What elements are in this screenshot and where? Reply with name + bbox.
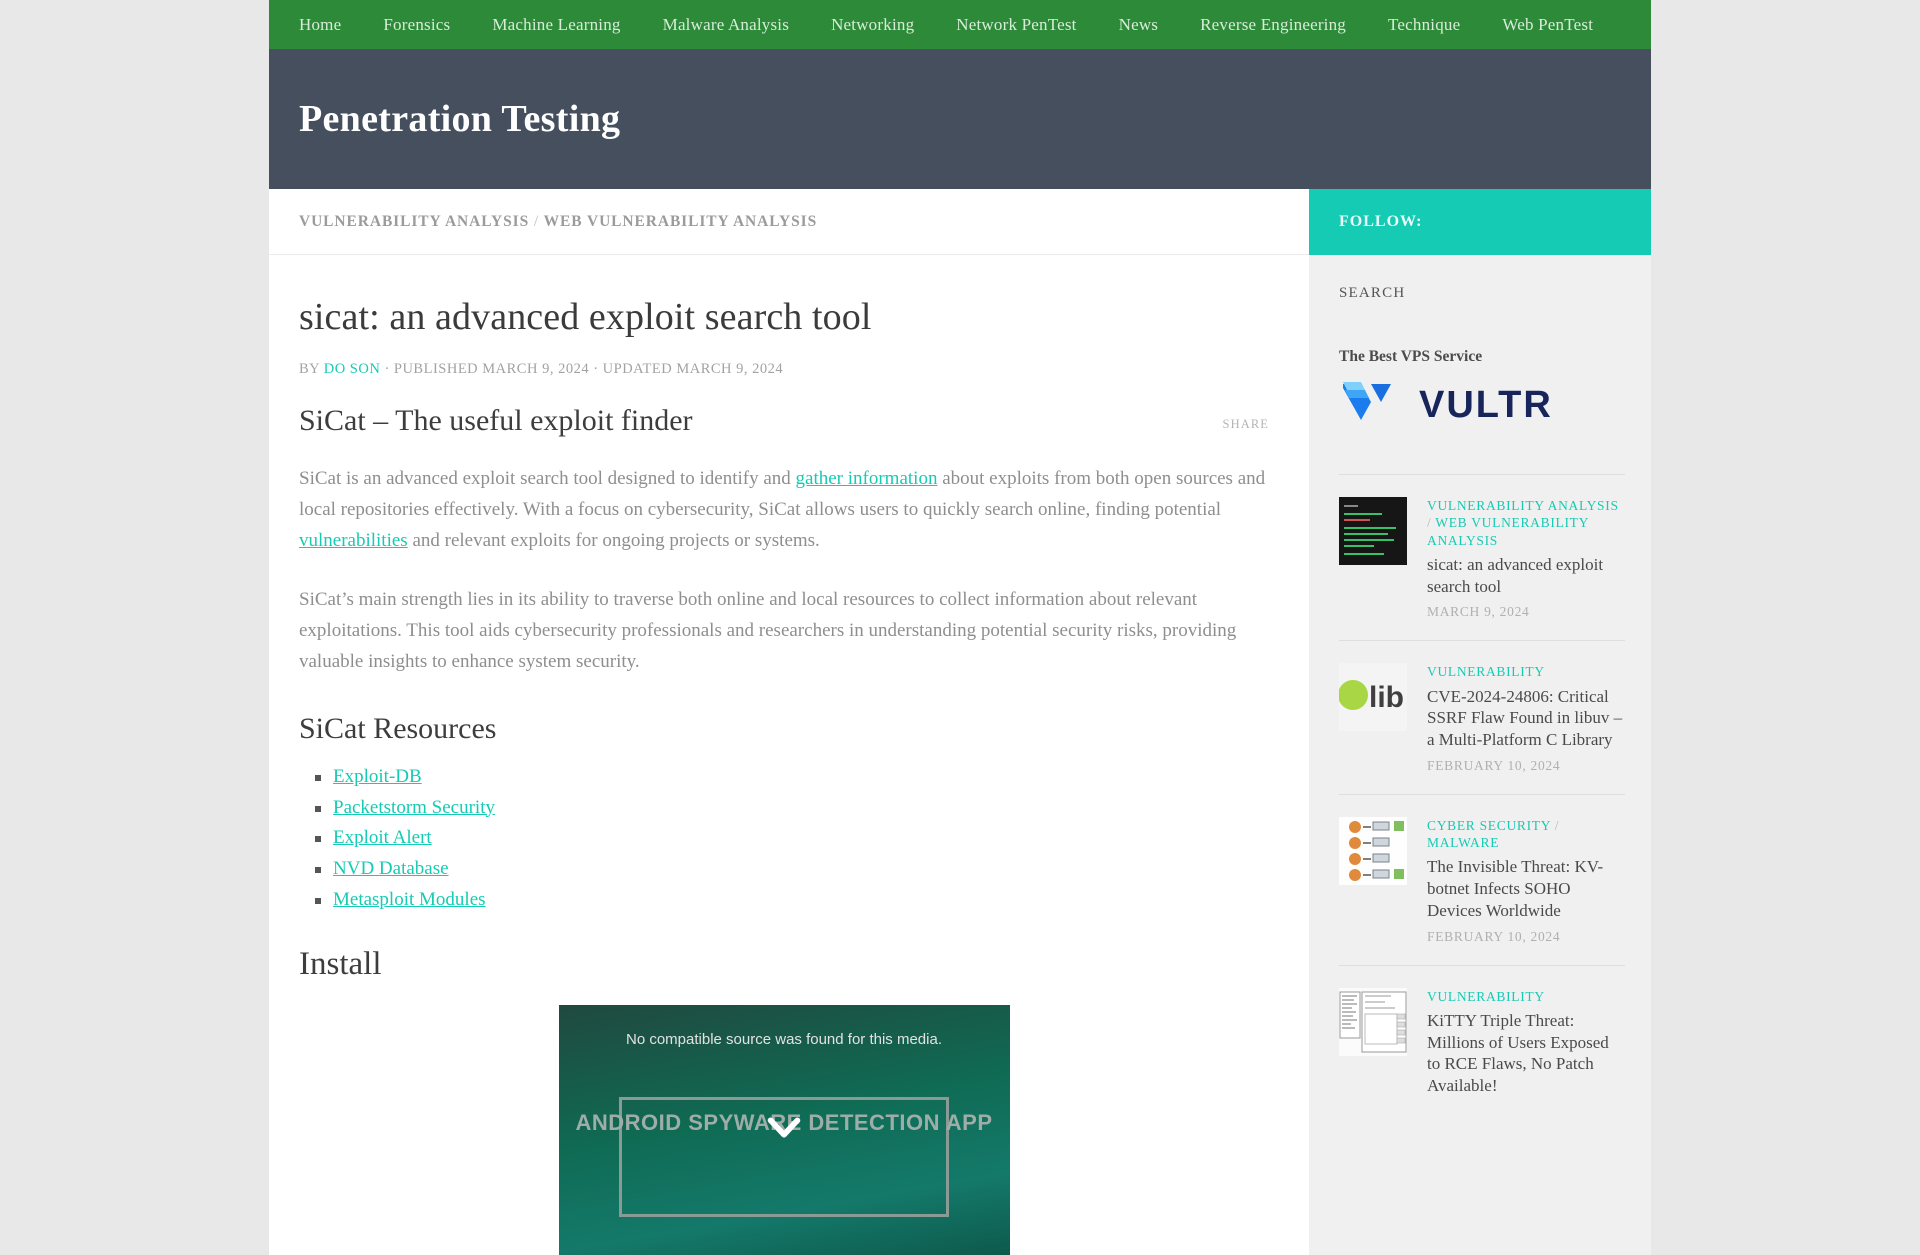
article-meta: BY DO SON · PUBLISHED MARCH 9, 2024 · UP… (299, 361, 1269, 378)
breadcrumb-item-1[interactable]: VULNERABILITY ANALYSIS (299, 213, 529, 230)
list-item[interactable]: CYBER SECURITY / MALWARE The Invisible T… (1339, 795, 1625, 966)
vultr-ad-link[interactable]: VULTR (1339, 372, 1625, 438)
columns: VULNERABILITY ANALYSIS / WEB VULNERABILI… (269, 189, 1651, 1255)
libuv-logo-icon: lib (1339, 680, 1404, 714)
ad-title: The Best VPS Service (1339, 348, 1483, 365)
section-heading-useful-exploit-finder: SiCat – The useful exploit finder (299, 404, 693, 437)
follow-title: FOLLOW: (1339, 213, 1423, 230)
list-item[interactable]: VULNERABILITY KiTTY Triple Threat: Milli… (1339, 966, 1625, 1124)
nav-item-reverse-engineering[interactable]: Reverse Engineering (1179, 0, 1367, 49)
section-heading-row: SiCat – The useful exploit finder SHARE (299, 404, 1269, 464)
meta-by-label: BY (299, 361, 320, 377)
resource-link-packetstorm-security[interactable]: Packetstorm Security (333, 797, 495, 818)
post-categories: VULNERABILITY (1427, 663, 1625, 680)
post-category-2[interactable]: WEB VULNERABILITY ANALYSIS (1427, 515, 1589, 547)
network-diagram-icon (1349, 820, 1404, 881)
list-item: Metasploit Modules (315, 885, 1269, 916)
video-player[interactable]: No compatible source was found for this … (558, 1004, 1010, 1255)
post-date: FEBRUARY 10, 2024 (1427, 757, 1561, 773)
post-thumbnail-network-diagram (1339, 816, 1407, 885)
post-title[interactable]: CVE-2024-24806: Critical SSRF Flaw Found… (1427, 686, 1625, 751)
post-body: VULNERABILITY KiTTY Triple Threat: Milli… (1427, 988, 1625, 1104)
post-body: CYBER SECURITY / MALWARE The Invisible T… (1427, 817, 1625, 945)
article-paragraph-2: SiCat’s main strength lies in its abilit… (299, 588, 1237, 672)
post-categories: CYBER SECURITY / MALWARE (1427, 817, 1560, 851)
post-thumbnail-libuv: lib (1339, 663, 1407, 732)
video-error-message: No compatible source was found for this … (626, 1030, 942, 1048)
section-heading-install: Install (299, 945, 382, 982)
nav-item-malware-analysis[interactable]: Malware Analysis (642, 0, 810, 49)
page-title: Penetration Testing (299, 98, 621, 140)
post-title[interactable]: sicat: an advanced exploit search tool (1427, 554, 1625, 598)
nav-item-news[interactable]: News (1098, 0, 1180, 49)
vultr-wordmark: VULTR (1419, 383, 1553, 426)
nav-item-machine-learning[interactable]: Machine Learning (471, 0, 641, 49)
main-navigation: Home Forensics Machine Learning Malware … (269, 0, 1651, 49)
vultr-logo-icon (1343, 382, 1391, 420)
ad-widget: The Best VPS Service VULTR (1339, 348, 1625, 438)
post-body: VULNERABILITY ANALYSIS / WEB VULNERABILI… (1427, 497, 1625, 620)
nav-item-technique[interactable]: Technique (1367, 0, 1481, 49)
article-title: sicat: an advanced exploit search tool (299, 296, 872, 338)
svg-text:lib: lib (1369, 681, 1404, 714)
list-item[interactable]: lib VULNERABILITY CVE-2024-24806: Critic… (1339, 641, 1625, 795)
article-paragraph-1: SiCat is an advanced exploit search tool… (299, 464, 1269, 557)
resources-list: Exploit-DB Packetstorm Security Exploit … (299, 762, 1269, 916)
resource-link-metasploit-modules[interactable]: Metasploit Modules (333, 889, 486, 910)
resource-link-exploit-db[interactable]: Exploit-DB (333, 766, 422, 787)
list-item: Exploit-DB (315, 762, 1269, 793)
content-shell: Penetration Testing VULNERABILITY ANALYS… (269, 49, 1651, 1255)
nav-item-networking[interactable]: Networking (810, 0, 935, 49)
breadcrumb-text: VULNERABILITY ANALYSIS / WEB VULNERABILI… (299, 213, 817, 231)
list-item[interactable]: VULNERABILITY ANALYSIS / WEB VULNERABILI… (1339, 475, 1625, 642)
follow-header: FOLLOW: (1309, 189, 1651, 255)
kitty-dialog-icon (1339, 991, 1407, 1053)
share-button[interactable]: SHARE (1223, 417, 1269, 432)
list-item: Exploit Alert (315, 823, 1269, 854)
post-thumbnail-terminal (1339, 497, 1407, 565)
section-heading-sicat-resources: SiCat Resources (299, 711, 497, 745)
chevron-down-icon (767, 1117, 801, 1138)
gather-information-link[interactable]: gather information (796, 468, 938, 489)
post-categories: VULNERABILITY (1427, 988, 1625, 1005)
list-item: NVD Database (315, 854, 1269, 885)
meta-dates: · PUBLISHED MARCH 9, 2024 · UPDATED MARC… (384, 361, 784, 377)
post-category-1[interactable]: CYBER SECURITY (1427, 818, 1551, 833)
resource-link-exploit-alert[interactable]: Exploit Alert (333, 827, 432, 848)
post-date: MARCH 9, 2024 (1427, 604, 1530, 620)
post-category-2[interactable]: MALWARE (1427, 835, 1499, 850)
breadcrumb-item-2[interactable]: WEB VULNERABILITY ANALYSIS (544, 213, 818, 230)
post-thumbnail-kitty-dialog (1339, 987, 1407, 1056)
post-category-1[interactable]: VULNERABILITY ANALYSIS (1427, 498, 1619, 513)
article: sicat: an advanced exploit search tool B… (269, 255, 1309, 1255)
hero-banner: Penetration Testing (269, 49, 1651, 189)
nav-item-home[interactable]: Home (278, 0, 362, 49)
post-categories: VULNERABILITY ANALYSIS / WEB VULNERABILI… (1427, 498, 1619, 548)
post-category-1[interactable]: VULNERABILITY (1427, 989, 1545, 1004)
post-title[interactable]: The Invisible Threat: KV-botnet Infects … (1427, 856, 1625, 921)
resource-link-nvd-database[interactable]: NVD Database (333, 858, 449, 879)
search-widget-title: SEARCH (1339, 285, 1406, 301)
paragraph-1-text-c: and relevant exploits for ongoing projec… (407, 529, 820, 551)
post-title[interactable]: KiTTY Triple Threat: Millions of Users E… (1427, 1010, 1625, 1097)
nav-item-forensics[interactable]: Forensics (362, 0, 471, 49)
post-body: VULNERABILITY CVE-2024-24806: Critical S… (1427, 663, 1625, 774)
nav-item-web-pentest[interactable]: Web PenTest (1481, 0, 1614, 49)
vulnerabilities-link[interactable]: vulnerabilities (299, 530, 408, 551)
post-date: FEBRUARY 10, 2024 (1427, 928, 1561, 944)
breadcrumb: VULNERABILITY ANALYSIS / WEB VULNERABILI… (269, 189, 1309, 255)
paragraph-1-text-a: SiCat is an advanced exploit search tool… (299, 468, 796, 489)
article-author-link[interactable]: DO SON (324, 361, 381, 377)
sidebar: FOLLOW: SEARCH The Best VPS Service VULT… (1309, 189, 1651, 1255)
list-item: Packetstorm Security (315, 793, 1269, 824)
main-column: VULNERABILITY ANALYSIS / WEB VULNERABILI… (269, 189, 1309, 1255)
page-root: Home Forensics Machine Learning Malware … (0, 0, 1920, 1255)
nav-item-network-pentest[interactable]: Network PenTest (935, 0, 1097, 49)
sidebar-content: SEARCH The Best VPS Service VULTR VULNER… (1309, 255, 1651, 1124)
breadcrumb-separator: / (533, 212, 540, 230)
video-wrapper: No compatible source was found for this … (299, 1004, 1269, 1255)
post-category-1[interactable]: VULNERABILITY (1427, 664, 1545, 679)
